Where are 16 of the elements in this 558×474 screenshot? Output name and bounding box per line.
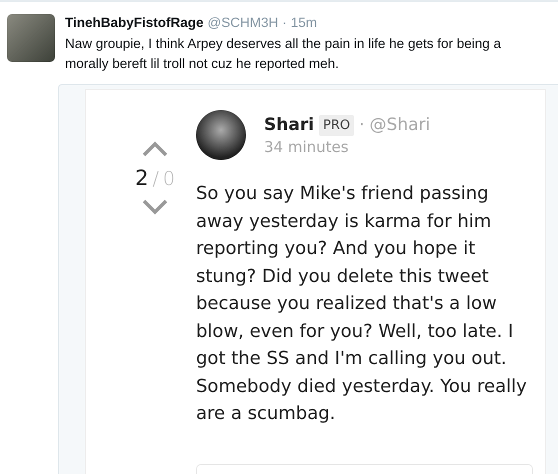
avatar-photo[interactable] bbox=[196, 110, 246, 160]
vote-slash: / bbox=[152, 168, 159, 190]
downvote-count: 0 bbox=[162, 168, 175, 190]
comment-text: So you say Mike's friend passing away yesterday is karma for him reporting you? And you hope it stung? Did you delete this tweet because you realized that's a low blow, even for you? Well, too late. I got the SS and I'm calling you out. Somebody died yesterday. You really are a scumbag. bbox=[196, 182, 528, 426]
comment-time: 34 minutes bbox=[264, 138, 350, 156]
user-handle: @SCHM3H bbox=[208, 14, 278, 32]
tweet-text: Naw groupie, I think Arpey deserves all the pain in life he gets for being a morally bereft lil troll not cuz he reported meh. bbox=[65, 35, 502, 73]
separator-dot: · bbox=[282, 14, 287, 32]
downvote-icon[interactable] bbox=[141, 198, 169, 216]
author-name[interactable]: Shari bbox=[264, 115, 314, 135]
author-handle: @Shari bbox=[370, 115, 430, 135]
separator-dot: · bbox=[359, 115, 365, 135]
upvote-icon[interactable] bbox=[141, 140, 169, 158]
pro-badge: PRO bbox=[319, 114, 354, 136]
upvote-count: 2 bbox=[135, 166, 148, 190]
user-name[interactable]: TinehBabyFistofRage bbox=[65, 14, 204, 32]
